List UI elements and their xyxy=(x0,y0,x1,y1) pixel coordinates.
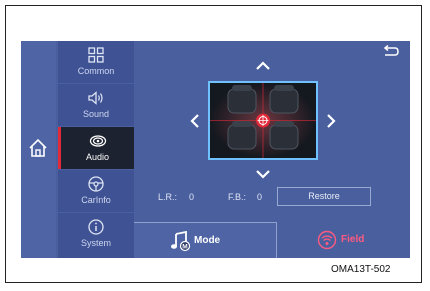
car-seats-top-view xyxy=(210,83,316,158)
mode-button[interactable]: M Mode xyxy=(134,222,277,258)
field-icon xyxy=(317,230,337,250)
info-icon xyxy=(88,219,104,235)
steering-wheel-icon xyxy=(88,176,104,192)
fb-label: F.B.: xyxy=(228,192,247,202)
grid-icon xyxy=(88,47,104,63)
restore-button[interactable]: Restore xyxy=(277,187,371,206)
head-unit-screen: Common Sound Audio CarInfo System L.R.: … xyxy=(21,41,410,258)
seat-balance-map[interactable] xyxy=(208,81,318,160)
sidebar-item-label: Common xyxy=(77,66,115,76)
back-icon[interactable] xyxy=(382,45,400,59)
sidebar-item-label: CarInfo xyxy=(81,195,111,205)
balance-left-arrow-icon[interactable] xyxy=(186,112,204,130)
sidebar-item-system[interactable]: System xyxy=(58,213,134,258)
field-label: Field xyxy=(341,234,365,245)
sidebar-item-label: Sound xyxy=(82,109,110,119)
sidebar-item-sound[interactable]: Sound xyxy=(58,84,134,126)
bottom-mode-bar: M Mode Field xyxy=(134,222,410,258)
home-column xyxy=(21,41,56,258)
music-note-icon: M xyxy=(171,230,191,252)
mode-label: Mode xyxy=(194,235,221,246)
sidebar-item-label: Audio xyxy=(85,152,110,162)
figure-caption: OMA13T-502 xyxy=(331,264,391,275)
balance-right-arrow-icon[interactable] xyxy=(322,112,340,130)
home-icon[interactable] xyxy=(27,137,49,159)
speaker-icon xyxy=(88,91,103,105)
sidebar-item-carinfo[interactable]: CarInfo xyxy=(58,170,134,212)
sidebar-item-common[interactable]: Common xyxy=(58,41,134,83)
balance-down-arrow-icon[interactable] xyxy=(254,165,272,183)
audio-balance-panel: L.R.: 0 F.B.: 0 Restore M Mode Field xyxy=(134,41,410,258)
field-button[interactable]: Field xyxy=(277,222,410,258)
lr-value: 0 xyxy=(189,192,195,202)
sidebar-item-label: System xyxy=(80,238,111,248)
balance-up-arrow-icon[interactable] xyxy=(254,57,272,75)
settings-sidebar: Common Sound Audio CarInfo System xyxy=(58,41,134,258)
fb-value: 0 xyxy=(257,192,263,202)
mode-badge: M xyxy=(182,244,187,251)
sidebar-item-audio[interactable]: Audio xyxy=(58,127,134,169)
lr-label: L.R.: xyxy=(158,192,178,202)
audio-rings-icon xyxy=(89,135,106,147)
